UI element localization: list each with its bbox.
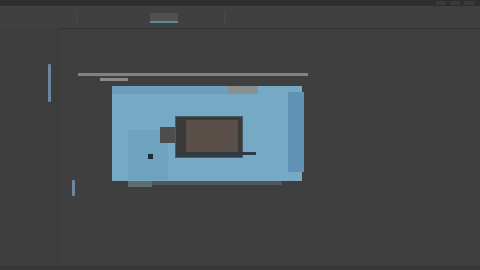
ruler — [78, 73, 308, 76]
status-bar — [0, 266, 480, 270]
canvas-edge — [288, 92, 304, 172]
canvas-footer-tab — [128, 181, 152, 187]
image-content — [186, 120, 238, 152]
canvas-header — [112, 86, 232, 94]
scrollbar-thumb[interactable] — [48, 64, 51, 102]
canvas-header-tab — [228, 86, 258, 94]
canvas-footer — [152, 181, 282, 185]
close-icon[interactable] — [464, 1, 474, 5]
frame-bottom-edge — [176, 152, 256, 155]
tab-active[interactable] — [150, 13, 178, 23]
scrollbar-thumb[interactable] — [72, 180, 75, 196]
left-panel — [0, 28, 60, 270]
ruler-tab[interactable] — [100, 78, 128, 81]
resize-handle-icon[interactable] — [148, 154, 153, 159]
menu-item-2[interactable] — [26, 13, 52, 21]
menu-item-1[interactable] — [6, 13, 24, 21]
minimize-icon[interactable] — [436, 1, 446, 5]
toolbar-divider — [224, 12, 225, 24]
toolbar-divider — [76, 12, 77, 24]
menu-item-5[interactable] — [190, 13, 222, 21]
maximize-icon[interactable] — [450, 1, 460, 5]
menu-item-3[interactable] — [54, 13, 74, 21]
toolbar — [0, 6, 480, 29]
